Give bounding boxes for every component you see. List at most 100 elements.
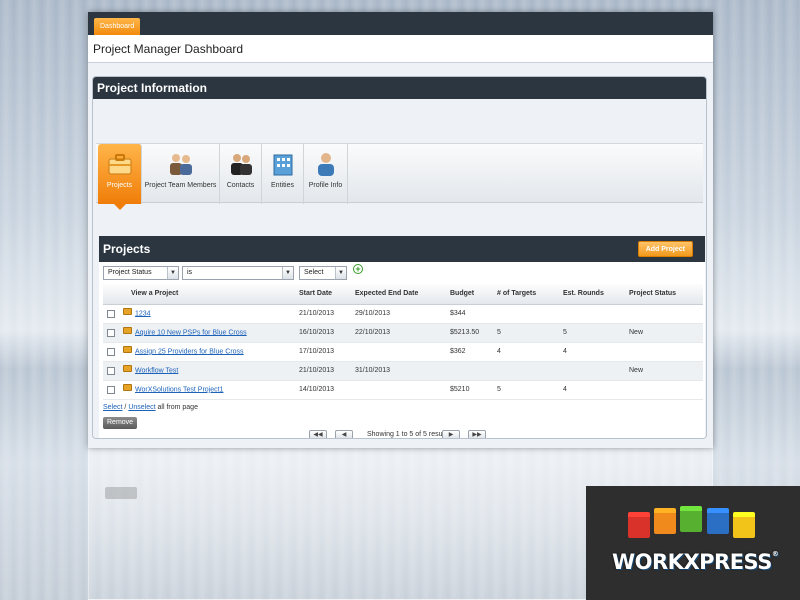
first-page-icon[interactable]: ◀◀ — [309, 430, 327, 438]
col-view-project[interactable]: View a Project — [119, 284, 295, 305]
end-date: 22/10/2013 — [351, 323, 446, 343]
profile-icon — [317, 153, 334, 176]
start-date: 21/10/2013 — [295, 361, 351, 381]
logo-text: WORKXPRESS® — [612, 550, 779, 574]
contacts-icon — [230, 154, 252, 175]
add-filter-plus-icon[interactable]: + — [353, 264, 363, 274]
app-window: Dashboard Project Manager Dashboard Proj… — [88, 12, 713, 448]
project-link[interactable]: Workflow Test — [135, 367, 178, 374]
col-start-date[interactable]: Start Date — [295, 284, 351, 305]
next-page-icon[interactable]: ▶ — [442, 430, 460, 438]
row-checkbox[interactable] — [107, 366, 115, 375]
filter-value-label: Select — [304, 269, 324, 276]
start-date: 14/10/2013 — [295, 380, 351, 400]
nav-label: Contacts — [226, 182, 255, 189]
entities-icon — [273, 154, 292, 176]
nav-item-profile-info[interactable]: Profile Info — [304, 144, 348, 204]
projects-section: Projects Add Project Project Status ▼ is… — [99, 236, 705, 438]
start-date: 17/10/2013 — [295, 342, 351, 362]
last-page-icon[interactable]: ▶▶ — [468, 430, 486, 438]
budget: $5213.50 — [446, 323, 493, 343]
col-expected-end-date[interactable]: Expected End Date — [351, 284, 446, 305]
green-cube-icon — [680, 510, 702, 532]
status — [625, 380, 703, 400]
end-date: 31/10/2013 — [351, 361, 446, 381]
page-title: Project Manager Dashboard — [88, 35, 713, 63]
table-row: Assign 25 Providers for Blue Cross 17/10… — [103, 342, 703, 362]
nav-label: Projects — [106, 182, 133, 189]
project-link[interactable]: Aquire 10 New PSPs for Blue Cross — [135, 329, 247, 336]
status — [625, 342, 703, 362]
nav-item-projects[interactable]: Projects — [98, 144, 142, 210]
budget: $362 — [446, 342, 493, 362]
row-checkbox[interactable] — [107, 309, 115, 318]
project-information-panel: Project Information Projects Project Tea… — [92, 76, 707, 439]
row-checkbox[interactable] — [107, 328, 115, 337]
nav-label: Entities — [271, 182, 294, 189]
rounds: 4 — [559, 342, 625, 362]
table-row: Aquire 10 New PSPs for Blue Cross 16/10/… — [103, 323, 703, 343]
nav-item-project-team-members[interactable]: Project Team Members — [142, 144, 220, 204]
workxpress-logo: WORKXPRESS® — [586, 486, 800, 600]
row-checkbox[interactable] — [107, 347, 115, 356]
targets: 5 — [493, 323, 559, 343]
project-link[interactable]: WorXSolutions Test Project1 — [135, 386, 223, 393]
add-project-button[interactable]: Add Project — [637, 241, 693, 257]
project-link[interactable]: Assign 25 Providers for Blue Cross — [135, 348, 244, 355]
rounds — [559, 361, 625, 381]
table-row: Workflow Test 21/10/2013 31/10/2013 New — [103, 361, 703, 381]
status: New — [625, 361, 703, 381]
unselect-all-link[interactable]: Unselect — [128, 404, 155, 411]
row-checkbox[interactable] — [107, 385, 115, 394]
budget: $5210 — [446, 380, 493, 400]
red-cube-icon — [628, 516, 650, 538]
filter-value-select[interactable]: Select ▼ — [299, 266, 347, 280]
briefcase-icon — [123, 345, 132, 353]
remove-button[interactable]: Remove — [103, 417, 138, 429]
nav-item-contacts[interactable]: Contacts — [220, 144, 262, 204]
start-date: 21/10/2013 — [295, 304, 351, 324]
nav-label: Project Team Members — [144, 182, 217, 189]
budget — [446, 361, 493, 381]
chevron-down-icon: ▼ — [282, 267, 293, 279]
filter-field-select[interactable]: Project Status ▼ — [103, 266, 179, 280]
targets — [493, 361, 559, 381]
targets — [493, 304, 559, 324]
pager-info: Showing 1 to 5 of 5 results — [367, 431, 450, 438]
tab-dashboard[interactable]: Dashboard — [94, 18, 141, 35]
briefcase-icon — [123, 326, 132, 334]
selection-links: Select / Unselect all from page — [103, 404, 198, 411]
col-budget[interactable]: Budget — [446, 284, 493, 305]
select-suffix: all from page — [157, 404, 198, 411]
nav-item-entities[interactable]: Entities — [262, 144, 304, 204]
projects-title: Projects — [103, 242, 151, 256]
status: New — [625, 323, 703, 343]
logo-wordmark: WORKXPRESS — [612, 550, 772, 574]
col-project-status[interactable]: Project Status — [625, 284, 703, 305]
project-link[interactable]: 1234 — [135, 310, 151, 317]
select-all-link[interactable]: Select — [103, 404, 122, 411]
targets: 4 — [493, 342, 559, 362]
prev-page-icon[interactable]: ◀ — [335, 430, 353, 438]
filter-operator-select[interactable]: is ▼ — [182, 266, 294, 280]
briefcase-icon — [123, 383, 132, 391]
col-targets[interactable]: # of Targets — [493, 284, 559, 305]
orange-cube-icon — [654, 512, 676, 534]
panel-title: Project Information — [93, 77, 706, 99]
col-est-rounds[interactable]: Est. Rounds — [559, 284, 625, 305]
module-nav: Projects Project Team Members Contacts E… — [96, 143, 703, 210]
yellow-cube-icon — [733, 516, 755, 538]
rounds: 4 — [559, 380, 625, 400]
nav-label: Profile Info — [308, 182, 343, 189]
blue-cube-icon — [707, 512, 729, 534]
rounds: 5 — [559, 323, 625, 343]
status — [625, 304, 703, 324]
team-icon — [169, 154, 192, 175]
briefcase-icon — [123, 307, 132, 315]
panel-body: Projects Project Team Members Contacts E… — [93, 99, 706, 438]
end-date — [351, 380, 446, 400]
end-date: 29/10/2013 — [351, 304, 446, 324]
registered-mark: ® — [771, 550, 779, 558]
chevron-down-icon: ▼ — [335, 267, 346, 279]
briefcase-icon — [108, 154, 131, 175]
